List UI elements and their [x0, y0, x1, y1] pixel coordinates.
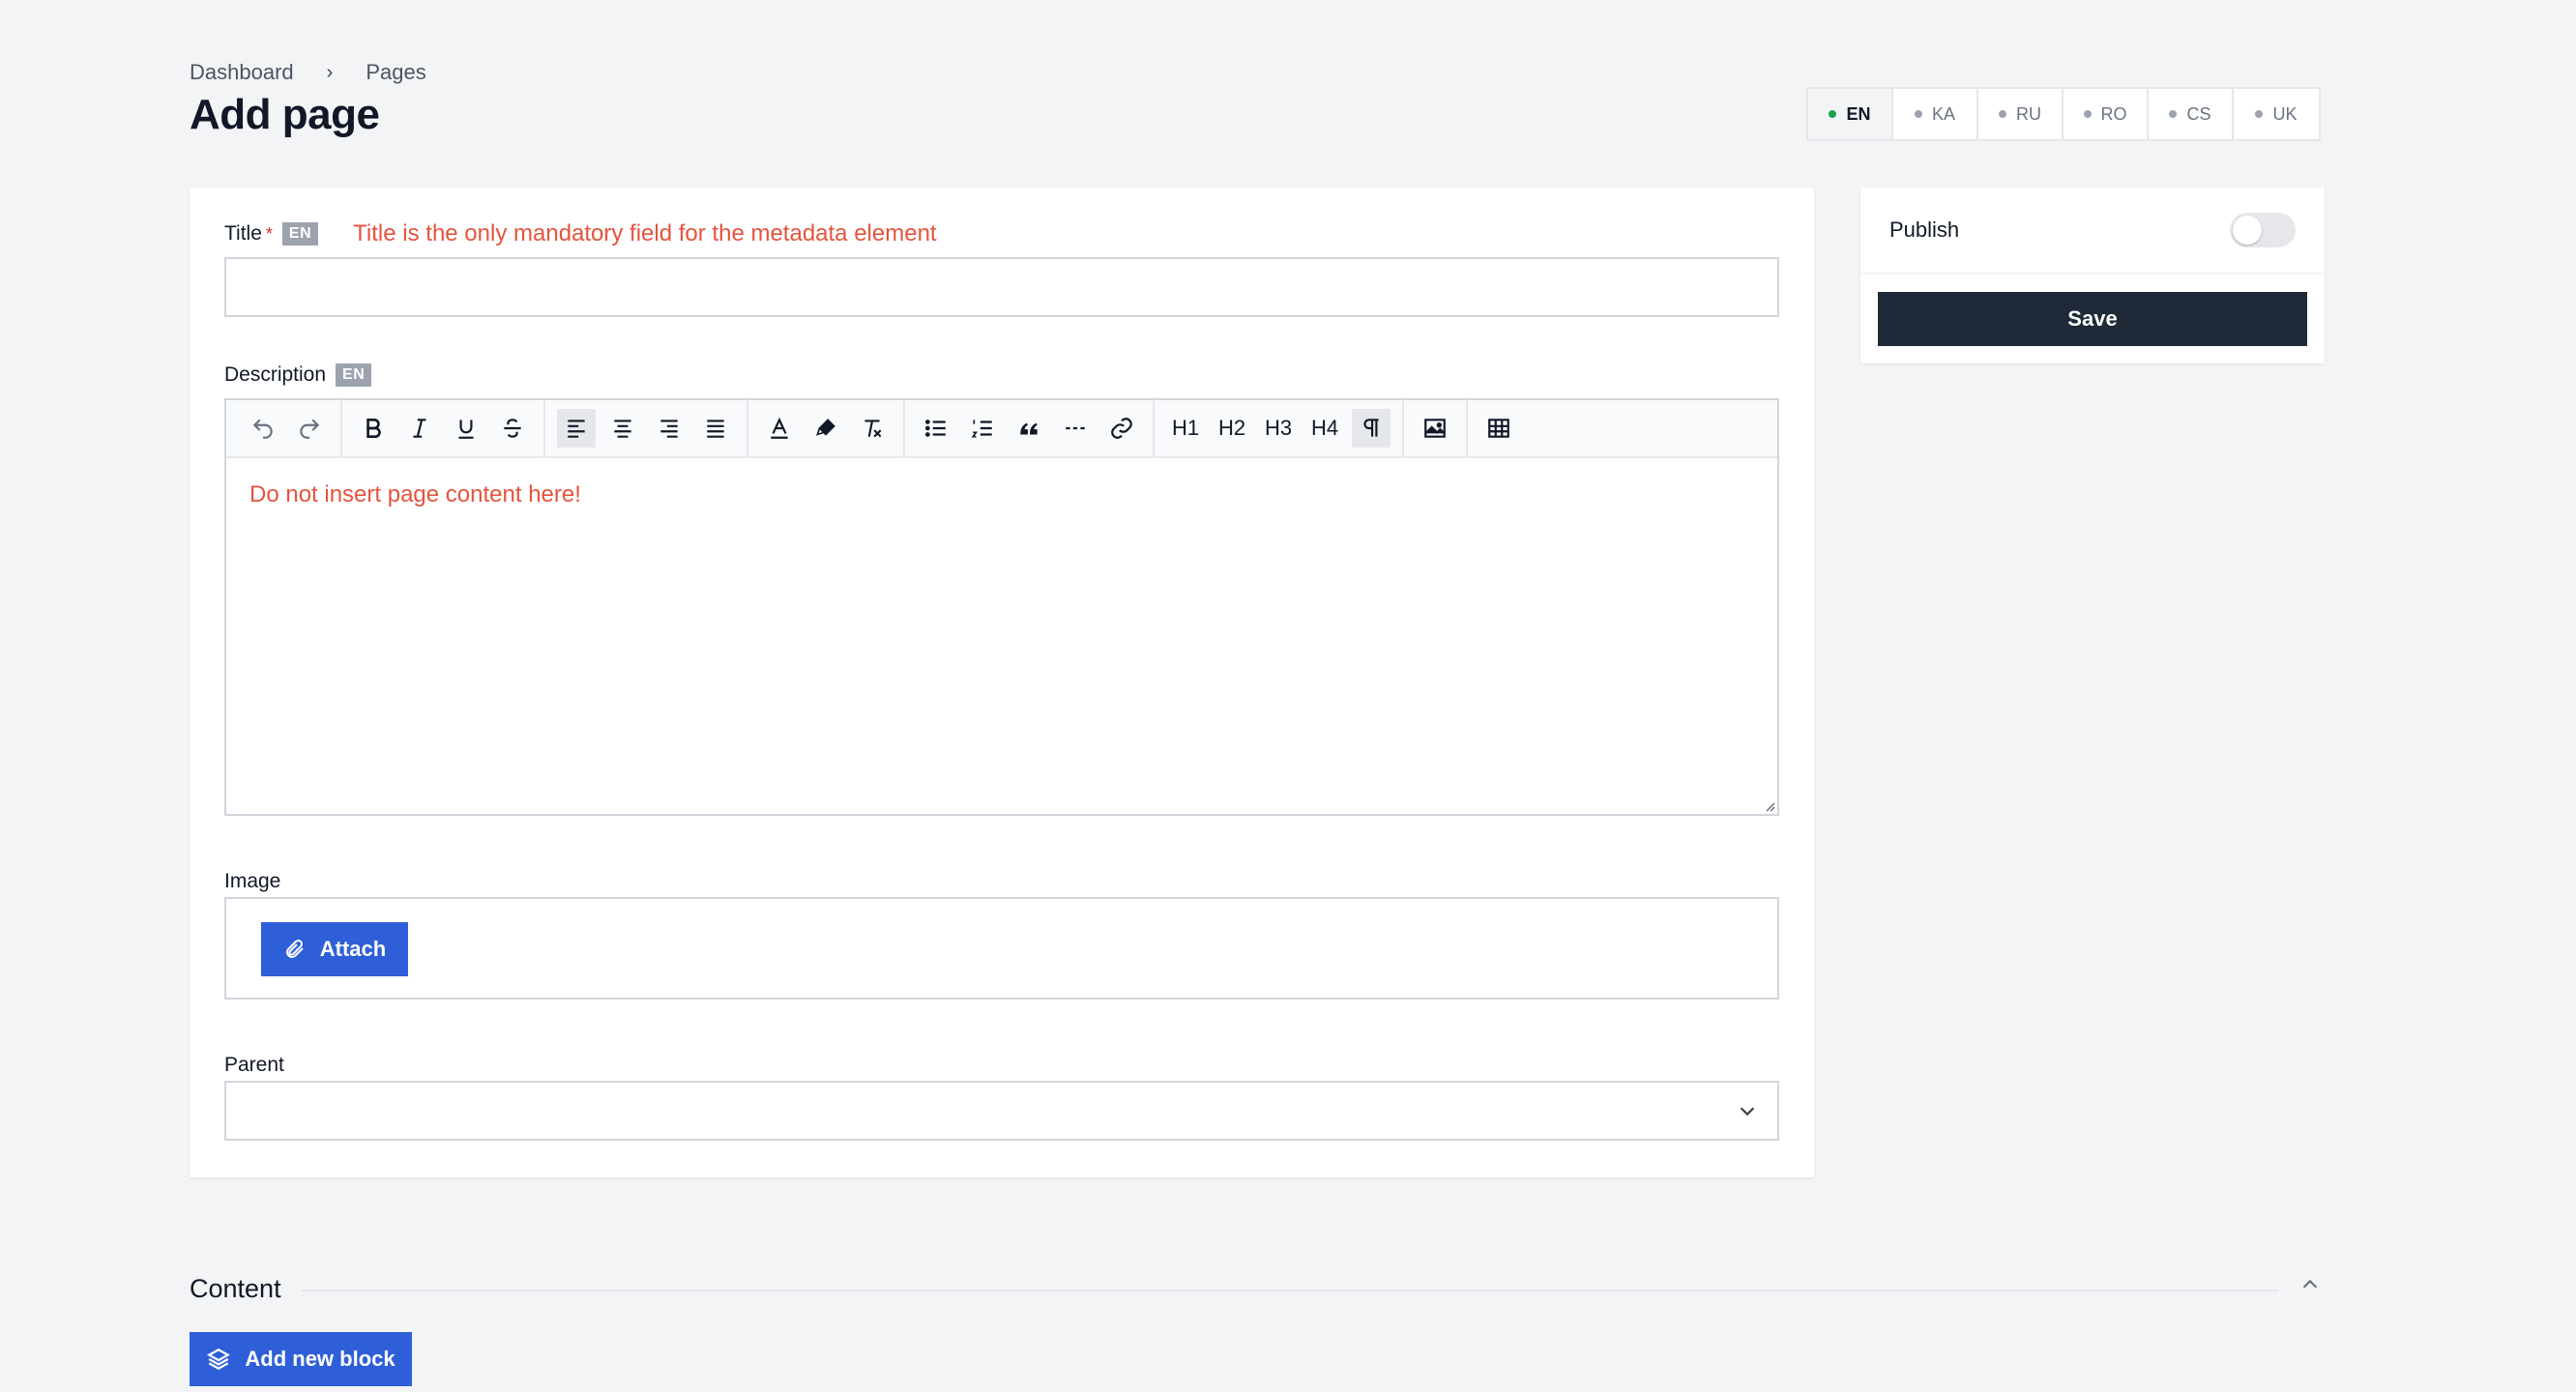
page-form-card: Title * EN Title is the only mandatory f…	[190, 188, 1814, 1177]
image-label: Image	[224, 870, 281, 892]
dot-icon	[2083, 110, 2092, 118]
breadcrumb: Dashboard › Pages	[190, 60, 426, 85]
lang-code: RO	[2100, 103, 2127, 124]
publish-row: Publish	[1860, 188, 2325, 275]
insert-image-icon[interactable]	[1416, 409, 1454, 448]
heading-3-button[interactable]: H3	[1259, 409, 1298, 448]
insert-table-icon[interactable]	[1479, 409, 1518, 448]
align-left-icon[interactable]	[557, 409, 596, 448]
toggle-knob	[2233, 216, 2262, 245]
content-divider	[302, 1290, 2278, 1291]
lang-code: UK	[2272, 103, 2298, 124]
add-block-label: Add new block	[245, 1347, 395, 1371]
attach-button[interactable]: Attach	[261, 922, 408, 976]
toolbar-media-group	[1404, 399, 1468, 457]
dot-icon	[1999, 110, 2006, 118]
paperclip-icon	[285, 939, 304, 958]
paragraph-icon[interactable]	[1352, 409, 1390, 448]
editor-toolbar: H1 H2 H3 H4	[226, 399, 1777, 458]
lang-code: CS	[2186, 103, 2211, 124]
align-right-icon[interactable]	[650, 409, 688, 448]
link-icon[interactable]	[1102, 409, 1141, 448]
description-label: Description	[224, 363, 327, 386]
lang-tab-uk[interactable]: UK	[2234, 89, 2319, 139]
attach-label: Attach	[319, 937, 387, 961]
title-lang-badge: EN	[281, 222, 319, 246]
lang-code: EN	[1846, 103, 1871, 124]
editor-placeholder-text: Do not insert page content here!	[249, 481, 581, 508]
toolbar-align-group	[545, 399, 748, 457]
description-lang-badge: EN	[336, 363, 372, 387]
image-upload-box: Attach	[224, 897, 1779, 1000]
required-mark: *	[265, 223, 273, 244]
blockquote-icon[interactable]	[1010, 409, 1048, 448]
language-switcher: EN KA RU RO CS UK	[1806, 87, 2321, 141]
title-label: Title	[224, 222, 262, 245]
italic-icon[interactable]	[400, 409, 439, 448]
text-color-icon[interactable]	[760, 409, 799, 448]
title-label-row: Title * EN Title is the only mandatory f…	[224, 220, 937, 247]
horizontal-rule-icon[interactable]	[1056, 409, 1095, 448]
publish-label: Publish	[1889, 218, 1960, 242]
align-center-icon[interactable]	[603, 409, 642, 448]
redo-icon[interactable]	[290, 409, 329, 448]
strikethrough-icon[interactable]	[493, 409, 532, 448]
save-button[interactable]: Save	[1878, 292, 2307, 346]
bold-icon[interactable]	[354, 409, 393, 448]
breadcrumb-pages-link[interactable]: Pages	[366, 60, 425, 85]
toolbar-color-group	[748, 399, 905, 457]
undo-icon[interactable]	[244, 409, 282, 448]
title-hint: Title is the only mandatory field for th…	[353, 220, 937, 246]
lang-tab-cs[interactable]: CS	[2149, 89, 2234, 139]
toolbar-block-group	[905, 399, 1155, 457]
lang-tab-ro[interactable]: RO	[2064, 89, 2149, 139]
toolbar-table-group	[1468, 399, 1530, 457]
dot-icon	[1914, 110, 1922, 118]
lang-tab-ru[interactable]: RU	[1978, 89, 2064, 139]
bullet-list-icon[interactable]	[917, 409, 955, 448]
publish-card: Publish Save	[1860, 188, 2325, 363]
numbered-list-icon[interactable]	[963, 409, 1002, 448]
heading-2-button[interactable]: H2	[1213, 409, 1251, 448]
lang-code: KA	[1931, 103, 1955, 124]
lang-code: RU	[2016, 103, 2041, 124]
description-editor: H1 H2 H3 H4 Do not insert page content h…	[224, 398, 1779, 816]
parent-label: Parent	[224, 1054, 284, 1076]
active-dot-icon	[1829, 110, 1837, 118]
publish-toggle[interactable]	[2230, 213, 2296, 247]
toolbar-heading-group: H1 H2 H3 H4	[1155, 399, 1404, 457]
editor-content-area[interactable]: Do not insert page content here!	[226, 458, 1777, 532]
toolbar-format-group	[342, 399, 545, 457]
underline-icon[interactable]	[447, 409, 485, 448]
align-justify-icon[interactable]	[696, 409, 735, 448]
lang-tab-ka[interactable]: KA	[1893, 89, 1978, 139]
parent-select[interactable]	[224, 1081, 1779, 1141]
chevron-down-icon	[1740, 1107, 1755, 1116]
description-label-row: Description EN	[224, 363, 372, 387]
resize-grip-icon[interactable]	[1762, 798, 1775, 812]
breadcrumb-dashboard-link[interactable]: Dashboard	[190, 60, 294, 85]
page-title: Add page	[190, 91, 380, 138]
clear-format-icon[interactable]	[853, 409, 892, 448]
chevron-up-icon[interactable]	[2299, 1274, 2321, 1295]
dot-icon	[2169, 110, 2178, 118]
breadcrumb-separator: ›	[326, 61, 334, 83]
dot-icon	[2255, 110, 2264, 118]
add-new-block-button[interactable]: Add new block	[190, 1332, 412, 1386]
title-input[interactable]	[224, 257, 1779, 317]
heading-1-button[interactable]: H1	[1166, 409, 1205, 448]
toolbar-history-group	[232, 399, 342, 457]
lang-tab-en[interactable]: EN	[1808, 89, 1893, 139]
highlight-icon[interactable]	[806, 409, 845, 448]
content-section-title: Content	[190, 1274, 281, 1303]
layers-icon	[207, 1348, 231, 1370]
heading-4-button[interactable]: H4	[1305, 409, 1344, 448]
